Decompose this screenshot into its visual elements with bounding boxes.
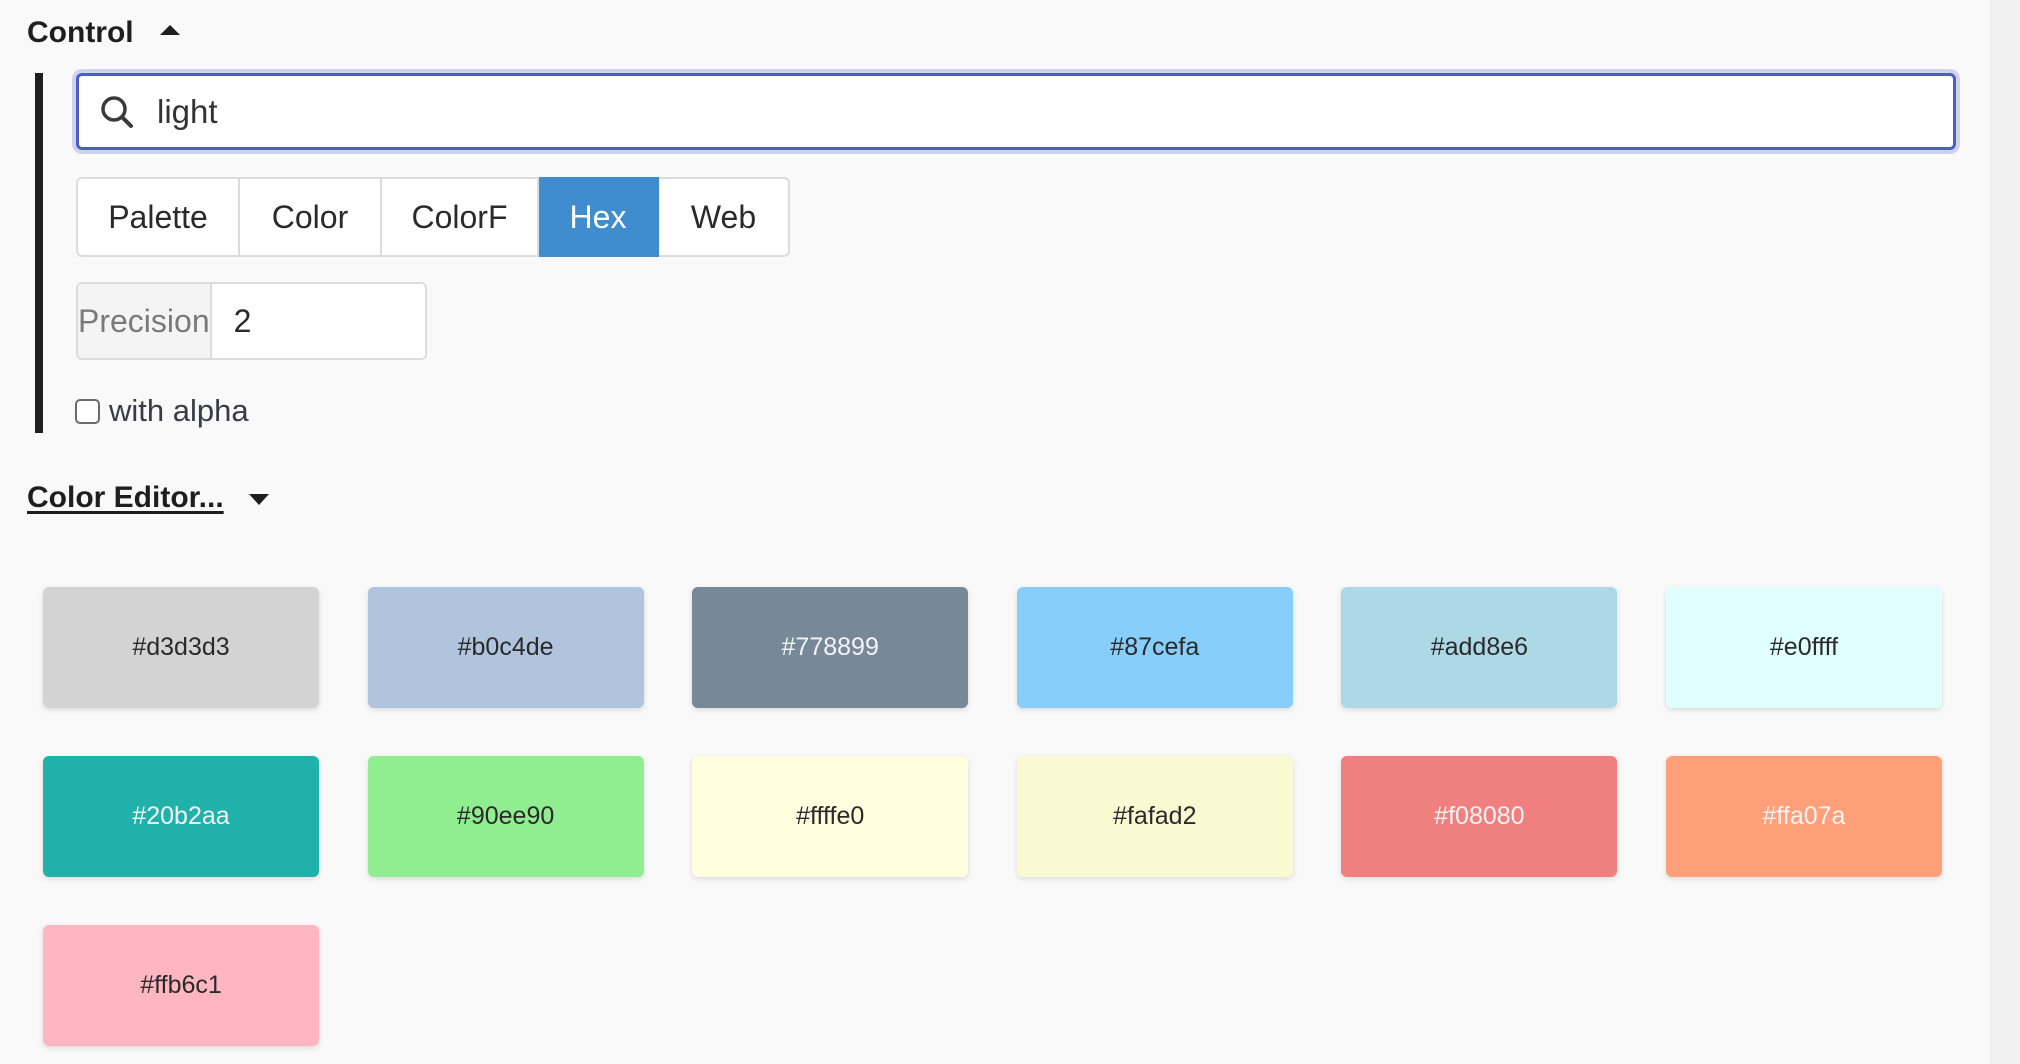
color-swatch[interactable]: #ffb6c1 — [43, 925, 319, 1046]
color-swatch[interactable]: #778899 — [692, 587, 969, 708]
with-alpha-label: with alpha — [109, 393, 249, 428]
control-heading: Control — [27, 16, 134, 49]
format-button-group: Palette Color ColorF Hex Web — [76, 177, 790, 257]
color-swatch[interactable]: #d3d3d3 — [43, 587, 319, 708]
with-alpha-checkbox[interactable] — [75, 398, 100, 424]
color-swatch[interactable]: #ffa07a — [1665, 756, 1942, 877]
precision-field-group: Precision — [76, 282, 427, 360]
precision-label: Precision — [78, 284, 212, 358]
search-input[interactable] — [157, 92, 1857, 131]
color-swatch[interactable]: #e0ffff — [1665, 587, 1942, 708]
color-swatch[interactable]: #b0c4de — [367, 587, 644, 708]
main-panel: Control Palette Color ColorF Hex Web Pre… — [0, 0, 1990, 1064]
format-button-hex[interactable]: Hex — [539, 177, 659, 257]
search-box[interactable] — [76, 73, 1956, 150]
format-button-palette[interactable]: Palette — [78, 179, 240, 255]
color-swatch[interactable]: #ffffe0 — [692, 756, 969, 877]
color-swatch[interactable]: #20b2aa — [43, 756, 319, 877]
color-editor-heading: Color Editor... — [27, 481, 224, 514]
caret-up-icon — [159, 25, 180, 35]
color-editor-toggle[interactable]: Color Editor... — [27, 483, 269, 513]
color-swatch[interactable]: #90ee90 — [367, 756, 644, 877]
control-section-indicator — [35, 73, 43, 433]
color-swatch[interactable]: #fafad2 — [1016, 756, 1293, 877]
color-swatch[interactable]: #add8e6 — [1341, 587, 1618, 708]
precision-input[interactable] — [211, 284, 425, 358]
format-button-color[interactable]: Color — [240, 179, 382, 255]
caret-down-icon — [248, 493, 269, 505]
color-swatch[interactable]: #87cefa — [1016, 587, 1293, 708]
with-alpha-option[interactable]: with alpha — [75, 393, 249, 429]
format-button-web[interactable]: Web — [659, 179, 788, 255]
control-section-toggle[interactable]: Control — [27, 18, 180, 48]
search-icon — [101, 95, 133, 128]
format-button-colorf[interactable]: ColorF — [382, 179, 539, 255]
color-swatch[interactable]: #f08080 — [1341, 756, 1618, 877]
swatch-grid: #d3d3d3 #b0c4de #778899 #87cefa #add8e6 #e0ff… — [43, 587, 1942, 1046]
